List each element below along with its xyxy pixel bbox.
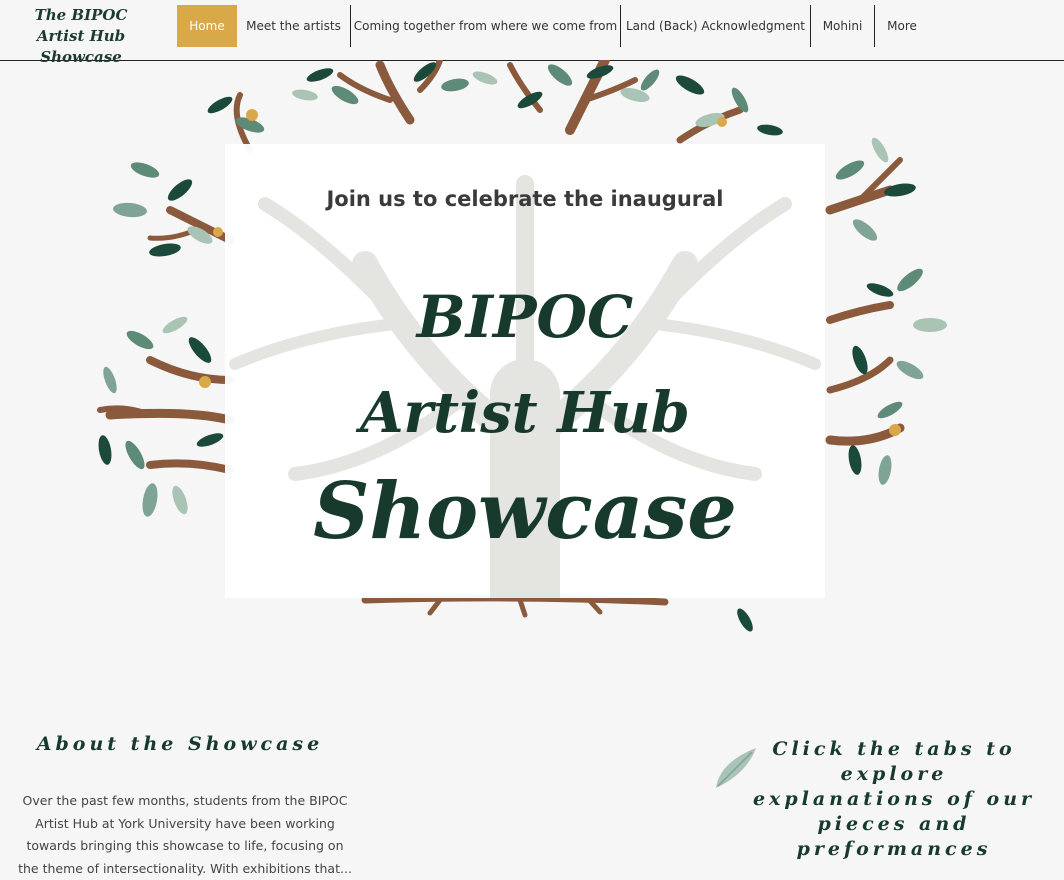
nav-more[interactable]: More: [875, 5, 929, 47]
hero-title-line-3: Showcase: [313, 466, 737, 557]
nav-mohini[interactable]: Mohini: [811, 5, 875, 47]
hero-card: Join us to celebrate the inaugural BIPOC…: [225, 144, 825, 598]
tabs-note-heading: Click the tabs to explore explanations o…: [752, 738, 1036, 860]
about-heading: About the Showcase: [36, 733, 324, 755]
hero-title-line-1: BIPOC: [416, 283, 634, 351]
site-header: The BIPOC Artist Hub Showcase Home Meet …: [0, 0, 1064, 66]
logo-line-1: The BIPOC: [34, 6, 128, 24]
main-nav: Home Meet the artists Coming together fr…: [177, 5, 929, 47]
nav-coming-together[interactable]: Coming together from where we come from: [351, 5, 621, 47]
nav-meet-the-artists[interactable]: Meet the artists: [237, 5, 351, 47]
hero-title-line-2: Artist Hub: [360, 380, 690, 446]
nav-land-back-acknowledgment[interactable]: Land (Back) Acknowledgment: [621, 5, 811, 47]
hero-kicker: Join us to celebrate the inaugural: [326, 187, 724, 211]
nav-home[interactable]: Home: [177, 5, 237, 47]
site-logo[interactable]: The BIPOC Artist Hub Showcase: [0, 5, 162, 68]
